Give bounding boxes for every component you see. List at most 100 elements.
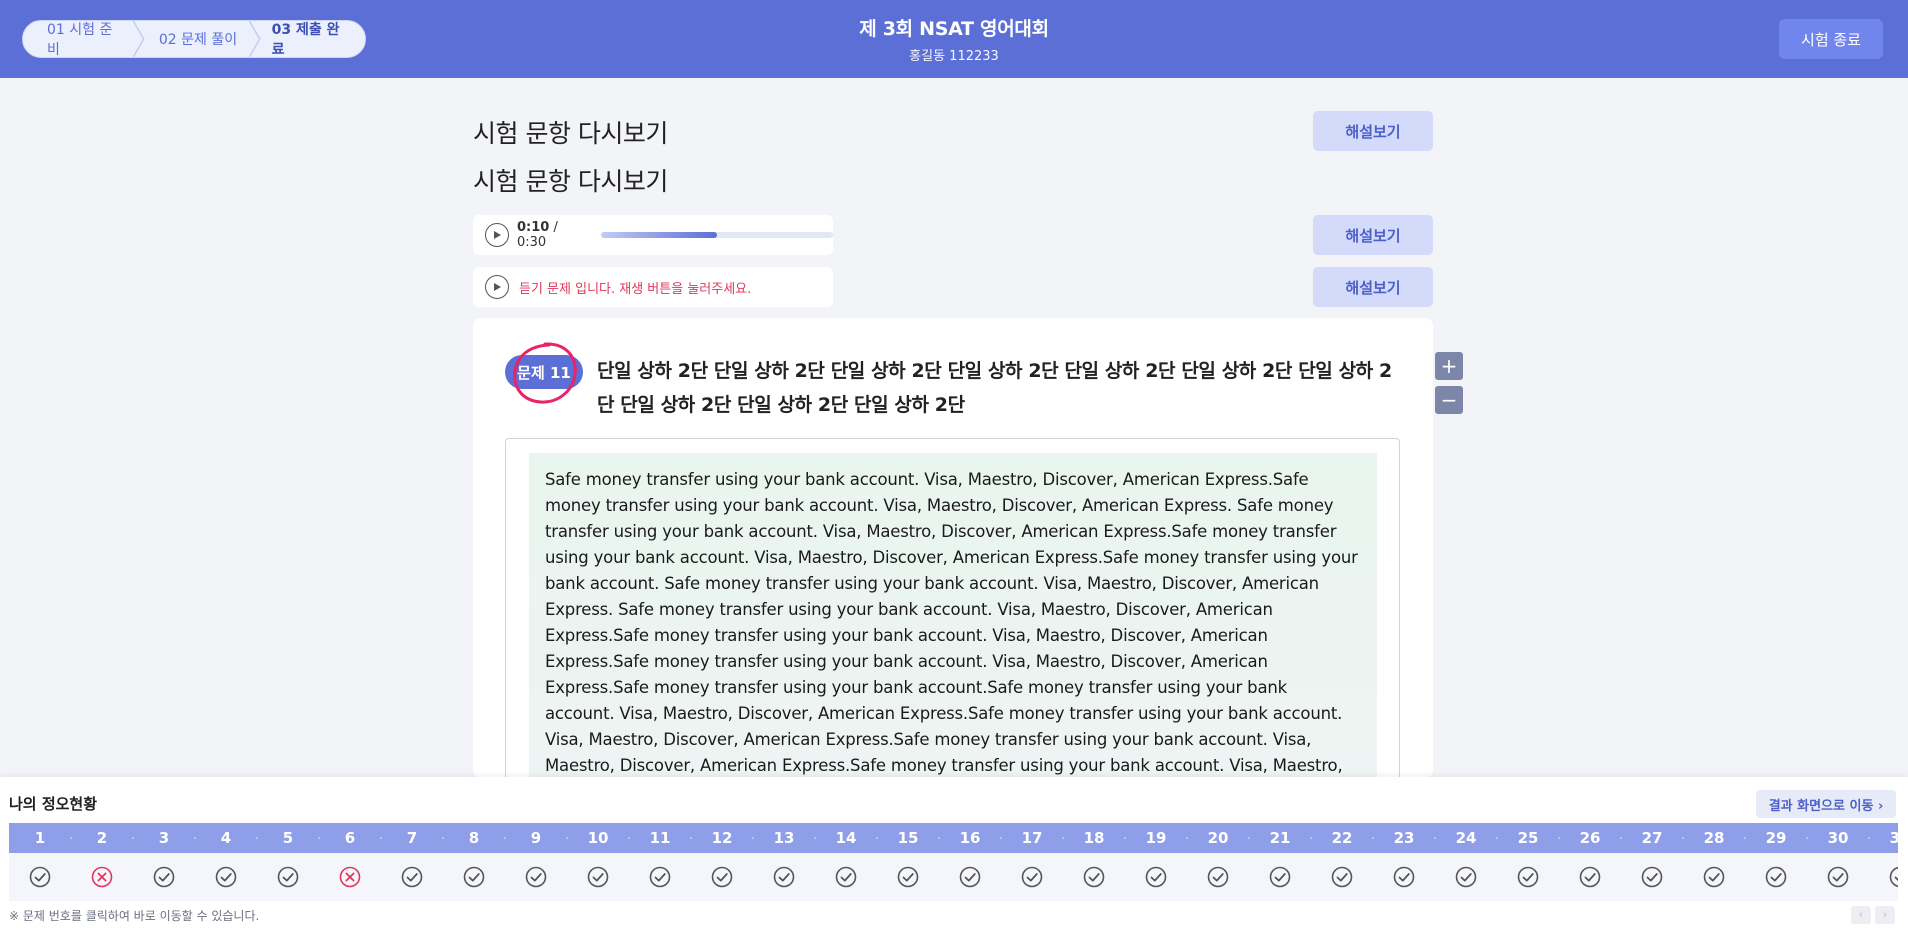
correct-answer-cell[interactable] bbox=[1621, 853, 1683, 901]
question-number-cell[interactable]: 13 bbox=[753, 823, 816, 853]
question-number-cell[interactable]: 15 bbox=[877, 823, 940, 853]
correct-answer-cell[interactable] bbox=[1497, 853, 1559, 901]
question-number-cell[interactable]: 6 bbox=[319, 823, 382, 853]
question-number-cell[interactable]: 18 bbox=[1063, 823, 1126, 853]
end-exam-button[interactable]: 시험 종료 bbox=[1779, 19, 1883, 59]
correct-answer-cell[interactable] bbox=[1249, 853, 1311, 901]
question-number-cell[interactable]: 11 bbox=[629, 823, 692, 853]
check-circle-icon bbox=[1269, 866, 1291, 888]
go-to-result-button[interactable]: 결과 화면으로 이동 › bbox=[1756, 790, 1896, 818]
correct-answer-cell[interactable] bbox=[1435, 853, 1497, 901]
question-number-cell[interactable]: 14 bbox=[815, 823, 878, 853]
question-number-cell[interactable]: 3 bbox=[133, 823, 196, 853]
prev-page-button[interactable]: ‹ bbox=[1851, 906, 1871, 924]
status-hint: ※ 문제 번호를 클릭하여 바로 이동할 수 있습니다. bbox=[9, 909, 260, 923]
check-circle-icon bbox=[959, 866, 981, 888]
answer-status-title: 나의 정오현황 bbox=[9, 795, 98, 813]
question-number-cell[interactable]: 28 bbox=[1683, 823, 1746, 853]
check-circle-icon bbox=[215, 866, 237, 888]
passage-text: Safe money transfer using your bank acco… bbox=[529, 453, 1377, 801]
question-number-cell[interactable]: 5 bbox=[257, 823, 320, 853]
correct-answer-cell[interactable] bbox=[1745, 853, 1807, 901]
check-circle-icon bbox=[1083, 866, 1105, 888]
correct-answer-cell[interactable] bbox=[939, 853, 1001, 901]
correct-answer-cell[interactable] bbox=[1125, 853, 1187, 901]
correct-answer-cell[interactable] bbox=[505, 853, 567, 901]
correct-answer-cell[interactable] bbox=[1559, 853, 1621, 901]
correct-answer-cell[interactable] bbox=[9, 853, 71, 901]
correct-answer-cell[interactable] bbox=[1683, 853, 1745, 901]
question-number-cell[interactable]: 1 bbox=[9, 823, 72, 853]
correct-answer-cell[interactable] bbox=[567, 853, 629, 901]
question-number-cell[interactable]: 4 bbox=[195, 823, 258, 853]
correct-answer-cell[interactable] bbox=[257, 853, 319, 901]
question-number-cell[interactable]: 23 bbox=[1373, 823, 1436, 853]
correct-answer-cell[interactable] bbox=[1807, 853, 1869, 901]
check-circle-icon bbox=[1331, 866, 1353, 888]
correct-answer-cell[interactable] bbox=[815, 853, 877, 901]
question-number-cell[interactable]: 27 bbox=[1621, 823, 1684, 853]
check-circle-icon bbox=[153, 866, 175, 888]
correct-answer-cell[interactable] bbox=[877, 853, 939, 901]
correct-answer-cell[interactable] bbox=[1311, 853, 1373, 901]
question-number-cell[interactable]: 29 bbox=[1745, 823, 1808, 853]
question-number-cell[interactable]: 2 bbox=[71, 823, 134, 853]
correct-answer-cell[interactable] bbox=[753, 853, 815, 901]
check-circle-icon bbox=[1455, 866, 1477, 888]
correct-answer-cell[interactable] bbox=[381, 853, 443, 901]
correct-answer-cell[interactable] bbox=[1063, 853, 1125, 901]
answer-result-row bbox=[9, 853, 1898, 901]
question-number-cell[interactable]: 19 bbox=[1125, 823, 1188, 853]
question-number-cell[interactable]: 31 bbox=[1869, 823, 1898, 853]
zoom-out-button[interactable]: − bbox=[1435, 386, 1463, 414]
zoom-in-button[interactable]: + bbox=[1435, 352, 1463, 380]
explanation-button-3[interactable]: 해설보기 bbox=[1313, 267, 1433, 307]
correct-answer-cell[interactable] bbox=[1187, 853, 1249, 901]
check-circle-icon bbox=[897, 866, 919, 888]
wrong-answer-cell[interactable] bbox=[319, 853, 381, 901]
play-icon[interactable] bbox=[485, 275, 509, 299]
correct-answer-cell[interactable] bbox=[133, 853, 195, 901]
question-number-cell[interactable]: 8 bbox=[443, 823, 506, 853]
question-number-cell[interactable]: 16 bbox=[939, 823, 1002, 853]
correct-answer-cell[interactable] bbox=[195, 853, 257, 901]
question-number-cell[interactable]: 9 bbox=[505, 823, 568, 853]
correct-answer-cell[interactable] bbox=[1869, 853, 1898, 901]
explanation-button-2[interactable]: 해설보기 bbox=[1313, 215, 1433, 255]
correct-answer-cell[interactable] bbox=[443, 853, 505, 901]
x-circle-icon bbox=[339, 866, 361, 888]
check-circle-icon bbox=[1207, 866, 1229, 888]
question-number-cell[interactable]: 24 bbox=[1435, 823, 1498, 853]
correct-answer-cell[interactable] bbox=[691, 853, 753, 901]
question-number-cell[interactable]: 17 bbox=[1001, 823, 1064, 853]
question-number-cell[interactable]: 12 bbox=[691, 823, 754, 853]
wrong-answer-cell[interactable] bbox=[71, 853, 133, 901]
question-number-cell[interactable]: 20 bbox=[1187, 823, 1250, 853]
check-circle-icon bbox=[525, 866, 547, 888]
check-circle-icon bbox=[773, 866, 795, 888]
review-title-2: 시험 문항 다시보기 bbox=[473, 167, 668, 196]
audio-progress-track[interactable] bbox=[601, 232, 833, 238]
question-number-cell[interactable]: 22 bbox=[1311, 823, 1374, 853]
check-circle-icon bbox=[1641, 866, 1663, 888]
check-circle-icon bbox=[1827, 866, 1849, 888]
question-number-cell[interactable]: 30 bbox=[1807, 823, 1870, 853]
audio-current-time: 0:10 bbox=[517, 220, 550, 235]
check-circle-icon bbox=[29, 866, 51, 888]
listening-hint: 듣기 문제 입니다. 재생 버튼을 눌러주세요. bbox=[519, 281, 752, 297]
x-circle-icon bbox=[91, 866, 113, 888]
question-number-cell[interactable]: 10 bbox=[567, 823, 630, 853]
play-icon[interactable] bbox=[485, 223, 509, 247]
next-page-button[interactable]: › bbox=[1875, 906, 1895, 924]
correct-answer-cell[interactable] bbox=[1001, 853, 1063, 901]
question-number-cell[interactable]: 26 bbox=[1559, 823, 1622, 853]
correct-answer-cell[interactable] bbox=[629, 853, 691, 901]
question-number-cell[interactable]: 21 bbox=[1249, 823, 1312, 853]
correct-answer-cell[interactable] bbox=[1373, 853, 1435, 901]
question-number-cell[interactable]: 25 bbox=[1497, 823, 1560, 853]
examinee-info: 홍길동 112233 bbox=[909, 49, 999, 64]
answer-status-grid: 1 2 3 4 5 6 7 8 9 10 11 12 13 14 15 16 17 18 19 20 21 22 23 24 2… bbox=[9, 823, 1898, 901]
answer-circle-mark-icon bbox=[513, 342, 577, 404]
explanation-button-1[interactable]: 해설보기 bbox=[1313, 111, 1433, 151]
question-number-cell[interactable]: 7 bbox=[381, 823, 444, 853]
